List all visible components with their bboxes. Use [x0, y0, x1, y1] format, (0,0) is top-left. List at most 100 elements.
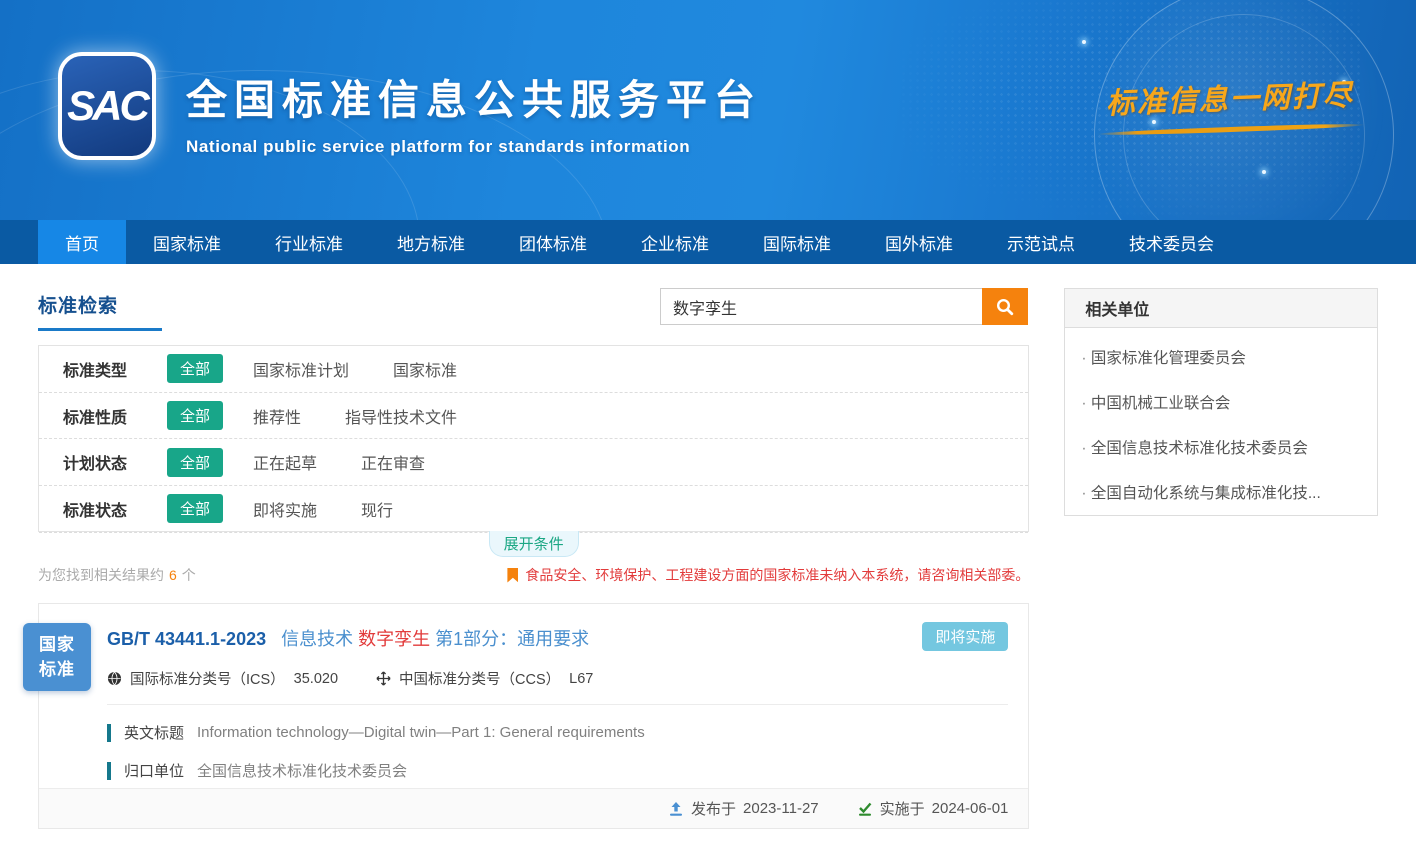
filter-option-national-plan[interactable]: 国家标准计划 [253, 357, 349, 381]
nav-item-foreign-standards[interactable]: 国外标准 [858, 220, 980, 264]
section-title: 标准检索 [38, 291, 118, 318]
related-units-panel: 相关单位 国家标准化管理委员会 中国机械工业联合会 全国信息技术标准化技术委员会… [1064, 288, 1378, 516]
filter-row-plan-status: 计划状态 全部 正在起草 正在审查 [39, 439, 1028, 486]
implement-check-icon [857, 801, 873, 817]
filter-all-button[interactable]: 全部 [167, 401, 223, 430]
english-title-value: Information technology—Digital twin—Part… [197, 724, 645, 741]
filter-all-button[interactable]: 全部 [167, 354, 223, 383]
related-units-list: 国家标准化管理委员会 中国机械工业联合会 全国信息技术标准化技术委员会 全国自动… [1065, 328, 1377, 514]
nav-item-home[interactable]: 首页 [38, 220, 126, 264]
related-units-title: 相关单位 [1065, 289, 1377, 328]
filter-option-guiding-technical-doc[interactable]: 指导性技术文件 [345, 404, 457, 428]
detail-accent-bar [107, 762, 111, 780]
results-count-prefix: 为您找到相关结果约 [38, 567, 164, 583]
ccs-label: 中国标准分类号（CCS） [399, 668, 560, 689]
category-badge-line2: 标准 [39, 657, 75, 683]
sidebar-item-machinery-federation[interactable]: 中国机械工业联合会 [1065, 379, 1377, 424]
search-input[interactable] [660, 288, 982, 325]
system-notice: 食品安全、环境保护、工程建设方面的国家标准未纳入本系统，请咨询相关部委。 [507, 565, 1029, 585]
filter-label: 标准类型 [63, 357, 167, 381]
nav-item-industry-standards[interactable]: 行业标准 [248, 220, 370, 264]
implemented-date-item: 实施于 2024-06-01 [857, 798, 1009, 819]
main-column: 标准检索 标准类型 全部 国家标准计划 国家标准 标准性质 [38, 264, 1029, 829]
english-title-row: 英文标题 Information technology—Digital twin… [107, 722, 1008, 743]
classification-row: 国际标准分类号（ICS） 35.020 中国标准分类号（CCS） L67 [107, 668, 1008, 689]
detail-accent-bar [107, 724, 111, 742]
standard-title-row: GB/T 43441.1-2023 信息技术 数字孪生 第1部分：通用要求 即将… [107, 625, 1008, 651]
filter-option-national-standard[interactable]: 国家标准 [393, 357, 457, 381]
filter-option-under-review[interactable]: 正在审查 [361, 450, 425, 474]
site-title: 全国标准信息公共服务平台 [186, 66, 762, 126]
filter-panel: 标准类型 全部 国家标准计划 国家标准 标准性质 全部 推荐性 指导性技术文件 … [38, 345, 1029, 532]
ccs-value: L67 [569, 671, 593, 687]
filter-option-current[interactable]: 现行 [361, 497, 393, 521]
card-divider [107, 704, 1008, 705]
detail-label: 归口单位 [124, 760, 184, 781]
standard-result-card: 国家 标准 GB/T 43441.1-2023 信息技术 数字孪生 第1部分：通… [38, 603, 1029, 829]
filter-label: 计划状态 [63, 450, 167, 474]
committee-value: 全国信息技术标准化技术委员会 [197, 760, 407, 781]
published-date-item: 发布于 2023-11-27 [668, 798, 819, 819]
main-nav: 首页 国家标准 行业标准 地方标准 团体标准 企业标准 国际标准 国外标准 示范… [0, 220, 1416, 264]
results-count: 为您找到相关结果约6个 [38, 565, 196, 585]
search-box [660, 288, 1028, 325]
standard-title-segment[interactable]: 第1部分：通用要求 [435, 629, 589, 649]
filter-all-button[interactable]: 全部 [167, 448, 223, 477]
sparkle-decoration [1082, 40, 1086, 44]
site-header: SAC 全国标准信息公共服务平台 National public service… [0, 0, 1416, 220]
filter-label: 标准状态 [63, 497, 167, 521]
section-title-underline [38, 328, 162, 331]
category-badge: 国家 标准 [23, 623, 91, 691]
detail-label: 英文标题 [124, 722, 184, 743]
sidebar-item-sac[interactable]: 国家标准化管理委员会 [1065, 334, 1377, 379]
filter-option-drafting[interactable]: 正在起草 [253, 450, 317, 474]
header-slogan: 标准信息一网打尽 [1081, 71, 1379, 137]
sidebar-item-automation-systems-committee[interactable]: 全国自动化系统与集成标准化技... [1065, 469, 1377, 514]
standard-title-highlight[interactable]: 数字孪生 [358, 629, 430, 649]
nav-item-group-standards[interactable]: 团体标准 [492, 220, 614, 264]
header-titles: 全国标准信息公共服务平台 National public service pla… [186, 66, 762, 157]
search-button[interactable] [982, 288, 1028, 325]
filter-option-recommended[interactable]: 推荐性 [253, 404, 301, 428]
notice-text: 食品安全、环境保护、工程建设方面的国家标准未纳入本系统，请咨询相关部委。 [525, 565, 1029, 585]
category-badge-line1: 国家 [39, 632, 75, 658]
sidebar-item-it-standardization-committee[interactable]: 全国信息技术标准化技术委员会 [1065, 424, 1377, 469]
filter-row-standard-nature: 标准性质 全部 推荐性 指导性技术文件 [39, 393, 1028, 440]
standard-code-link[interactable]: GB/T 43441.1-2023 [107, 629, 266, 649]
filter-option-upcoming[interactable]: 即将实施 [253, 497, 317, 521]
nav-item-enterprise-standards[interactable]: 企业标准 [614, 220, 736, 264]
nav-item-national-standards[interactable]: 国家标准 [126, 220, 248, 264]
status-badge: 即将实施 [922, 622, 1008, 651]
search-icon [995, 297, 1015, 317]
globe-icon [107, 671, 122, 686]
published-label: 发布于 [691, 798, 736, 819]
ics-value: 35.020 [294, 671, 338, 687]
sac-logo-text: SAC [67, 82, 147, 130]
site-subtitle: National public service platform for sta… [186, 137, 762, 157]
card-footer: 发布于 2023-11-27 实施于 2024-06-01 [39, 788, 1028, 828]
published-date: 2023-11-27 [743, 800, 819, 817]
results-info-bar: 为您找到相关结果约6个 食品安全、环境保护、工程建设方面的国家标准未纳入本系统，… [38, 565, 1029, 585]
nav-item-technical-committees[interactable]: 技术委员会 [1102, 220, 1241, 264]
bookmark-icon [507, 568, 518, 583]
search-section: 标准检索 [38, 264, 1029, 345]
page-content: 标准检索 标准类型 全部 国家标准计划 国家标准 标准性质 [0, 264, 1416, 829]
implemented-date: 2024-06-01 [932, 800, 1009, 817]
filter-row-standard-status: 标准状态 全部 即将实施 现行 [39, 486, 1028, 533]
expand-conditions-button[interactable]: 展开条件 [489, 531, 579, 557]
sac-logo[interactable]: SAC [58, 52, 156, 160]
slogan-text: 标准信息一网打尽 [1081, 71, 1378, 123]
publish-upload-icon [668, 801, 684, 817]
filter-all-button[interactable]: 全部 [167, 494, 223, 523]
committee-row: 归口单位 全国信息技术标准化技术委员会 [107, 760, 1008, 781]
card-body: GB/T 43441.1-2023 信息技术 数字孪生 第1部分：通用要求 即将… [39, 604, 1028, 781]
implemented-label: 实施于 [880, 798, 925, 819]
nav-item-pilot-demonstration[interactable]: 示范试点 [980, 220, 1102, 264]
standard-title-segment[interactable]: 信息技术 [281, 629, 353, 649]
nav-item-international-standards[interactable]: 国际标准 [736, 220, 858, 264]
compass-icon [376, 671, 391, 686]
nav-item-local-standards[interactable]: 地方标准 [370, 220, 492, 264]
filter-label: 标准性质 [63, 404, 167, 428]
ics-label: 国际标准分类号（ICS） [130, 668, 285, 689]
filter-row-standard-type: 标准类型 全部 国家标准计划 国家标准 [39, 346, 1028, 393]
